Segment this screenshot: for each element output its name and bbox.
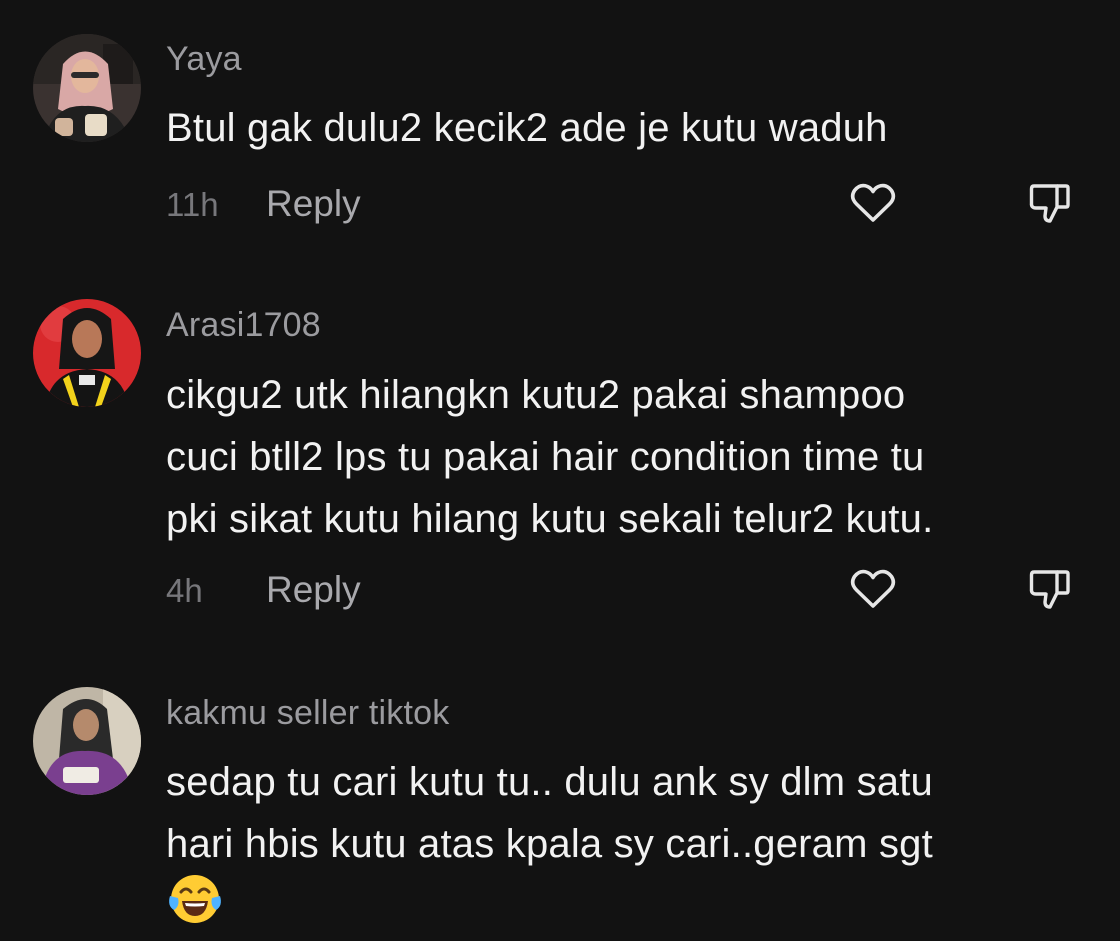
- comment-text-line: pki sikat kutu hilang kutu sekali telur2…: [166, 497, 934, 541]
- dislike-button[interactable]: [1023, 563, 1075, 615]
- comment-text-line: hari hbis kutu atas kpala sy cari..geram…: [166, 822, 933, 866]
- comment-username[interactable]: Arasi1708: [166, 306, 321, 345]
- thumbs-down-outline-icon: [1029, 184, 1070, 223]
- comment-text-line: cuci btll2 lps tu pakai hair condition t…: [166, 435, 925, 479]
- avatar[interactable]: [33, 299, 141, 407]
- like-button[interactable]: [847, 177, 899, 229]
- heart-outline-icon: [850, 183, 896, 222]
- comment-text-line: cikgu2 utk hilangkn kutu2 pakai shampoo: [166, 373, 906, 417]
- thumbs-down-outline-icon: [1029, 570, 1070, 609]
- comment-timestamp: 4h: [166, 572, 203, 609]
- comment-username[interactable]: kakmu seller tiktok: [166, 694, 449, 733]
- reply-button[interactable]: Reply: [266, 569, 361, 611]
- reply-button[interactable]: Reply: [266, 183, 361, 225]
- comment-text: sedap tu cari kutu tu.. dulu ank sy dlm …: [166, 751, 1096, 875]
- comment-text-line: Btul gak dulu2 kecik2 ade je kutu waduh: [166, 106, 888, 150]
- comment-text: Btul gak dulu2 kecik2 ade je kutu waduh: [166, 97, 1096, 159]
- face-with-tears-of-joy-emoji: [166, 870, 224, 928]
- avatar[interactable]: [33, 34, 141, 142]
- comment-text-line: sedap tu cari kutu tu.. dulu ank sy dlm …: [166, 760, 933, 804]
- heart-outline-icon: [850, 569, 896, 608]
- comment-timestamp: 11h: [166, 186, 219, 223]
- avatar[interactable]: [33, 687, 141, 795]
- comment-username[interactable]: Yaya: [166, 40, 242, 79]
- comment-text: cikgu2 utk hilangkn kutu2 pakai shampoo …: [166, 364, 1096, 550]
- dislike-button[interactable]: [1023, 177, 1075, 229]
- like-button[interactable]: [847, 563, 899, 615]
